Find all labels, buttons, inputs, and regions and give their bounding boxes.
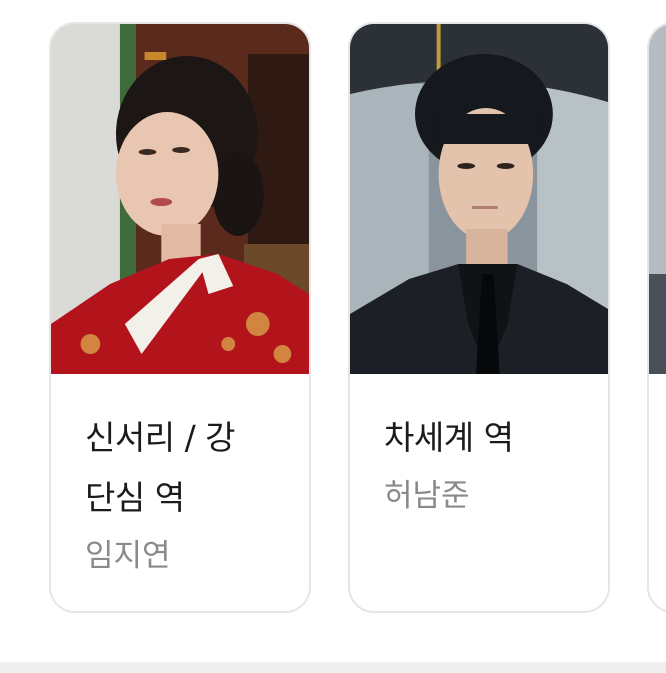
cast-photo	[350, 24, 608, 374]
role-name: 차세계 역	[384, 418, 514, 457]
actor-name: 임지연	[85, 538, 171, 574]
actor-name: 허남준	[384, 478, 470, 514]
portrait-photo-icon	[649, 24, 666, 374]
cast-photo	[51, 24, 309, 374]
cast-card[interactable]: 신서리 / 강 단심 역 임지연	[49, 22, 311, 613]
cast-card[interactable]: 차세계 역 허남준	[348, 22, 610, 613]
portrait-photo-black-suit-umbrella-icon	[350, 24, 608, 374]
cast-info: 신서리 / 강 단심 역 임지연	[85, 408, 285, 584]
cast-photo	[649, 24, 666, 374]
portrait-photo-red-hanbok-icon	[51, 24, 309, 374]
role-name: 신서리 / 강 단심 역	[85, 418, 236, 517]
cast-carousel: 신서리 / 강 단심 역 임지연 차세계 역 허남준	[0, 0, 666, 660]
cast-card[interactable]	[647, 22, 666, 613]
section-divider	[0, 662, 666, 673]
cast-info: 차세계 역 허남준	[384, 408, 584, 524]
